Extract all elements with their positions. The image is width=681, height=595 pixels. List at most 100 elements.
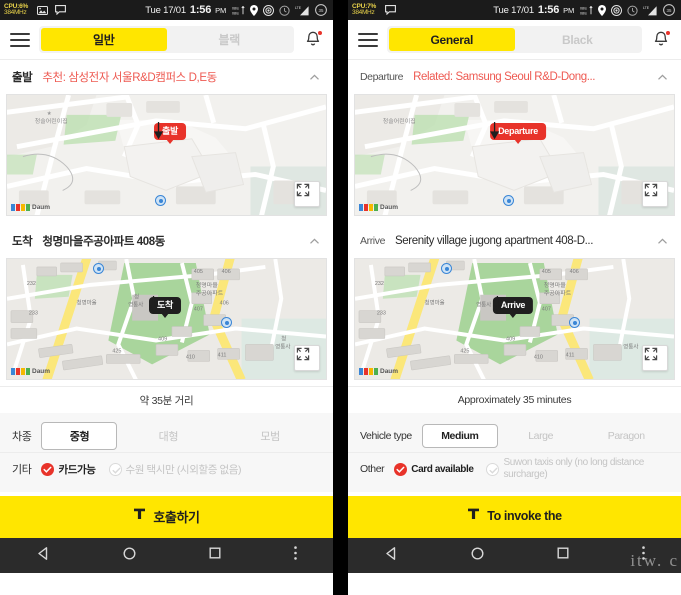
menu-icon[interactable]	[358, 32, 378, 47]
arrive-label: 도착	[12, 236, 33, 248]
map-transit-dot	[503, 195, 514, 206]
map-transit-dot-right	[569, 317, 580, 328]
overflow-dots-icon[interactable]	[641, 545, 646, 566]
map-transit-dot	[155, 195, 166, 206]
options-panel-english: Vehicle type Medium Large Paragon Other …	[348, 413, 681, 492]
vehicle-chip-large[interactable]: Large	[498, 426, 584, 446]
departure-header-english[interactable]: Departure Related: Samsung Seoul R&D-Don…	[348, 60, 681, 94]
svg-text:35: 35	[667, 8, 672, 13]
departure-value: Related: Samsung Seoul R&D-Dong...	[413, 71, 596, 83]
departure-map[interactable]: 청솔어린이집 ★ 출발 Daum	[6, 94, 327, 216]
card-available-option[interactable]: 카드가능	[41, 462, 96, 477]
tab-bar-english: General Black	[387, 26, 642, 53]
arrive-map[interactable]: 청명마을 주공아파트 청명마을 청 영통사 청 영통사 232 233 405 …	[6, 258, 327, 380]
target-icon	[611, 4, 622, 16]
chevron-up-icon[interactable]	[308, 235, 321, 248]
status-ampm: PM	[563, 6, 574, 15]
vehicle-chip-medium[interactable]: 중형	[41, 421, 118, 450]
app-bar-english: General Black	[348, 20, 681, 60]
arrive-map[interactable]: 청명마을 주공아파트 청명마을 영통사 영통사 232 233 405 406 …	[354, 258, 675, 380]
suwon-only-option[interactable]: Suwon taxis only (no long distance surch…	[486, 457, 669, 482]
svg-text:08/s: 08/s	[232, 11, 239, 15]
chevron-up-icon[interactable]	[656, 71, 669, 84]
tab-general[interactable]: 일반	[41, 28, 167, 51]
tab-bar-korean: 일반 블랙	[39, 26, 294, 53]
trip-distance-korean: 약 35분 거리	[0, 386, 333, 413]
map-expand-button[interactable]	[294, 345, 320, 371]
vehicle-chip-medium[interactable]: Medium	[421, 423, 498, 448]
check-filled-icon	[394, 462, 408, 476]
svg-text:406: 406	[570, 269, 579, 275]
map-expand-button[interactable]	[642, 181, 668, 207]
svg-text:청: 청	[281, 335, 286, 342]
arrive-header-english[interactable]: Arrive Serenity village jugong apartment…	[348, 224, 681, 258]
tab-general[interactable]: General	[389, 28, 515, 51]
notification-badge	[317, 29, 323, 36]
svg-text:08/s: 08/s	[580, 6, 587, 10]
svg-text:405: 405	[194, 269, 203, 275]
recents-square-icon[interactable]	[208, 546, 222, 565]
cpu-freq-text: 384MHz	[4, 9, 27, 16]
other-options-row: Other Card available Suwon taxis only (n…	[348, 452, 681, 485]
svg-text:★: ★	[47, 111, 52, 117]
vehicle-chip-paragon[interactable]: 모범	[219, 424, 321, 448]
svg-text:청솔어린이집: 청솔어린이집	[35, 117, 68, 125]
svg-text:영통사: 영통사	[623, 342, 638, 350]
home-circle-icon[interactable]	[470, 546, 485, 566]
svg-text:청명마을: 청명마을	[544, 281, 566, 289]
vehicle-chip-large[interactable]: 대형	[117, 424, 219, 448]
svg-text:232: 232	[375, 281, 384, 287]
map-expand-button[interactable]	[642, 345, 668, 371]
svg-text:LTE: LTE	[643, 6, 650, 10]
call-taxi-button-english[interactable]: To invoke the	[348, 496, 681, 536]
svg-text:청솔어린이집: 청솔어린이집	[383, 117, 416, 125]
notification-bell-icon[interactable]	[303, 29, 323, 51]
status-system-icons: 08/s 08/s LTE 35	[580, 4, 675, 16]
svg-text:233: 233	[29, 311, 38, 317]
svg-text:410: 410	[534, 354, 543, 360]
call-taxi-button-korean[interactable]: 호출하기	[0, 496, 333, 536]
location-pin-icon	[250, 4, 258, 16]
check-empty-icon	[108, 462, 122, 476]
status-clock: Tue 17/01 1:56 PM	[145, 4, 226, 16]
back-triangle-icon[interactable]	[384, 546, 399, 566]
menu-icon[interactable]	[10, 32, 30, 47]
status-date: Tue 17/01	[145, 5, 186, 16]
chevron-up-icon[interactable]	[308, 71, 321, 84]
recents-square-icon[interactable]	[556, 546, 570, 565]
home-circle-icon[interactable]	[122, 546, 137, 566]
tab-black[interactable]: 블랙	[167, 28, 293, 51]
data-transfer-icon: 08/s 08/s	[580, 5, 593, 16]
tab-black[interactable]: Black	[515, 28, 641, 51]
image-watermark: itw. c	[630, 551, 679, 570]
svg-text:409: 409	[506, 336, 515, 342]
arrive-header-korean[interactable]: 도착 청명마을주공아파트 408동	[0, 224, 333, 258]
map-expand-button[interactable]	[294, 181, 320, 207]
departure-map[interactable]: 청솔어린이집 Departure Daum	[354, 94, 675, 216]
other-label: 기타	[12, 464, 32, 476]
chat-icon	[55, 5, 67, 15]
chevron-up-icon[interactable]	[656, 235, 669, 248]
status-date: Tue 17/01	[493, 5, 534, 16]
departure-value: 추천: 삼성전자 서울R&D캠퍼스 D,E동	[42, 72, 217, 84]
svg-text:주공아파트: 주공아파트	[196, 289, 224, 297]
daum-map-logo: Daum	[359, 368, 398, 375]
vehicle-chip-paragon[interactable]: Paragon	[583, 426, 669, 446]
cpu-meter: CPU:7% 384MHz	[352, 3, 376, 17]
card-available-option[interactable]: Card available	[394, 462, 474, 476]
svg-text:35: 35	[319, 8, 324, 13]
departure-header-korean[interactable]: 출발 추천: 삼성전자 서울R&D캠퍼스 D,E동	[0, 60, 333, 94]
notification-bell-icon[interactable]	[651, 29, 671, 51]
svg-text:영통사: 영통사	[275, 342, 290, 350]
chat-icon	[385, 5, 397, 15]
check-empty-icon	[486, 462, 500, 476]
back-triangle-icon[interactable]	[36, 546, 51, 566]
status-bar-english: CPU:7% 384MHz Tue 17/01 1:56 PM 08/s 08/s	[348, 0, 681, 20]
android-nav-bar-korean	[0, 536, 333, 573]
status-clock: Tue 17/01 1:56 PM	[493, 4, 574, 16]
card-available-text: Card available	[411, 463, 474, 475]
svg-text:08/s: 08/s	[580, 11, 587, 15]
overflow-dots-icon[interactable]	[293, 545, 298, 566]
suwon-only-option[interactable]: 수원 택시만 (시외할증 없음)	[108, 462, 242, 477]
dual-screenshot-comparison: CPU:6% 384MHz Tue 17/01 1:56 PM 08/s 08/s	[0, 0, 681, 595]
